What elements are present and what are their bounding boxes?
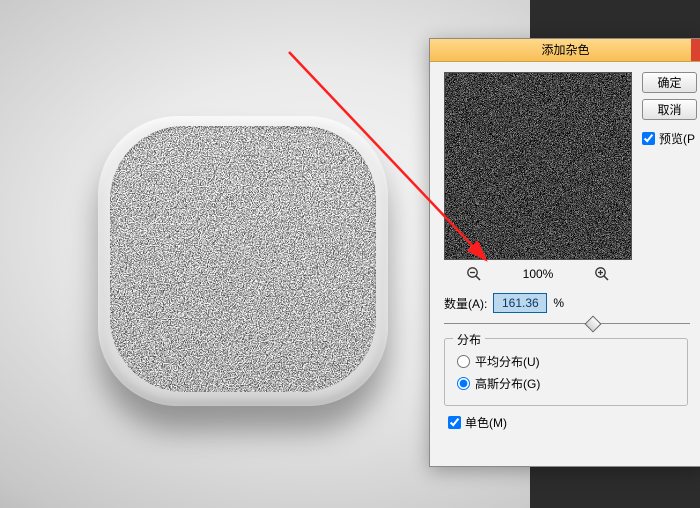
distribution-uniform-radio[interactable] — [457, 355, 470, 368]
add-noise-dialog: 添加杂色 100% 确定 取消 — [429, 38, 700, 467]
zoom-in-icon — [594, 266, 610, 282]
ok-button[interactable]: 确定 — [642, 72, 697, 93]
slider-thumb[interactable] — [584, 316, 601, 333]
dialog-body: 100% 确定 取消 预览(P 数量(A): % 分布 — [430, 62, 700, 477]
cancel-button[interactable]: 取消 — [642, 99, 697, 120]
zoom-controls: 100% — [444, 264, 632, 284]
preview-checkbox-row[interactable]: 预览(P — [642, 130, 695, 147]
zoom-in-button[interactable] — [593, 265, 611, 283]
zoom-out-button[interactable] — [465, 265, 483, 283]
distribution-gaussian-radio[interactable] — [457, 377, 470, 390]
distribution-uniform-label: 平均分布(U) — [475, 353, 540, 370]
preview-checkbox[interactable] — [642, 132, 655, 145]
distribution-legend: 分布 — [453, 331, 485, 348]
slider-track-line — [444, 323, 690, 324]
distribution-gaussian-label: 高斯分布(G) — [475, 375, 540, 392]
amount-input[interactable] — [493, 293, 547, 313]
amount-unit-label: % — [553, 296, 564, 310]
distribution-fieldset: 分布 平均分布(U) 高斯分布(G) — [444, 338, 688, 406]
zoom-level-label: 100% — [523, 267, 554, 281]
canvas-workspace: 添加杂色 100% 确定 取消 — [0, 0, 700, 508]
preview-checkbox-label: 预览(P — [659, 130, 695, 147]
canvas-object-noise-fill — [110, 126, 376, 392]
dialog-titlebar[interactable]: 添加杂色 — [430, 39, 700, 62]
monochrome-checkbox-row[interactable]: 单色(M) — [448, 414, 507, 431]
amount-slider[interactable] — [444, 318, 690, 330]
noise-preview-icon — [445, 73, 631, 259]
amount-label: 数量(A): — [444, 295, 487, 312]
dialog-close-button[interactable] — [691, 39, 700, 61]
distribution-gaussian-row[interactable]: 高斯分布(G) — [457, 375, 540, 392]
canvas-object-rounded-icon — [98, 116, 388, 406]
monochrome-checkbox-label: 单色(M) — [465, 414, 507, 431]
monochrome-checkbox[interactable] — [448, 416, 461, 429]
amount-row: 数量(A): % — [444, 292, 694, 314]
noise-preview-thumbnail[interactable] — [444, 72, 632, 260]
dialog-title-text: 添加杂色 — [541, 43, 589, 57]
noise-swatch-icon — [110, 126, 376, 392]
distribution-uniform-row[interactable]: 平均分布(U) — [457, 353, 540, 370]
zoom-out-icon — [466, 266, 482, 282]
